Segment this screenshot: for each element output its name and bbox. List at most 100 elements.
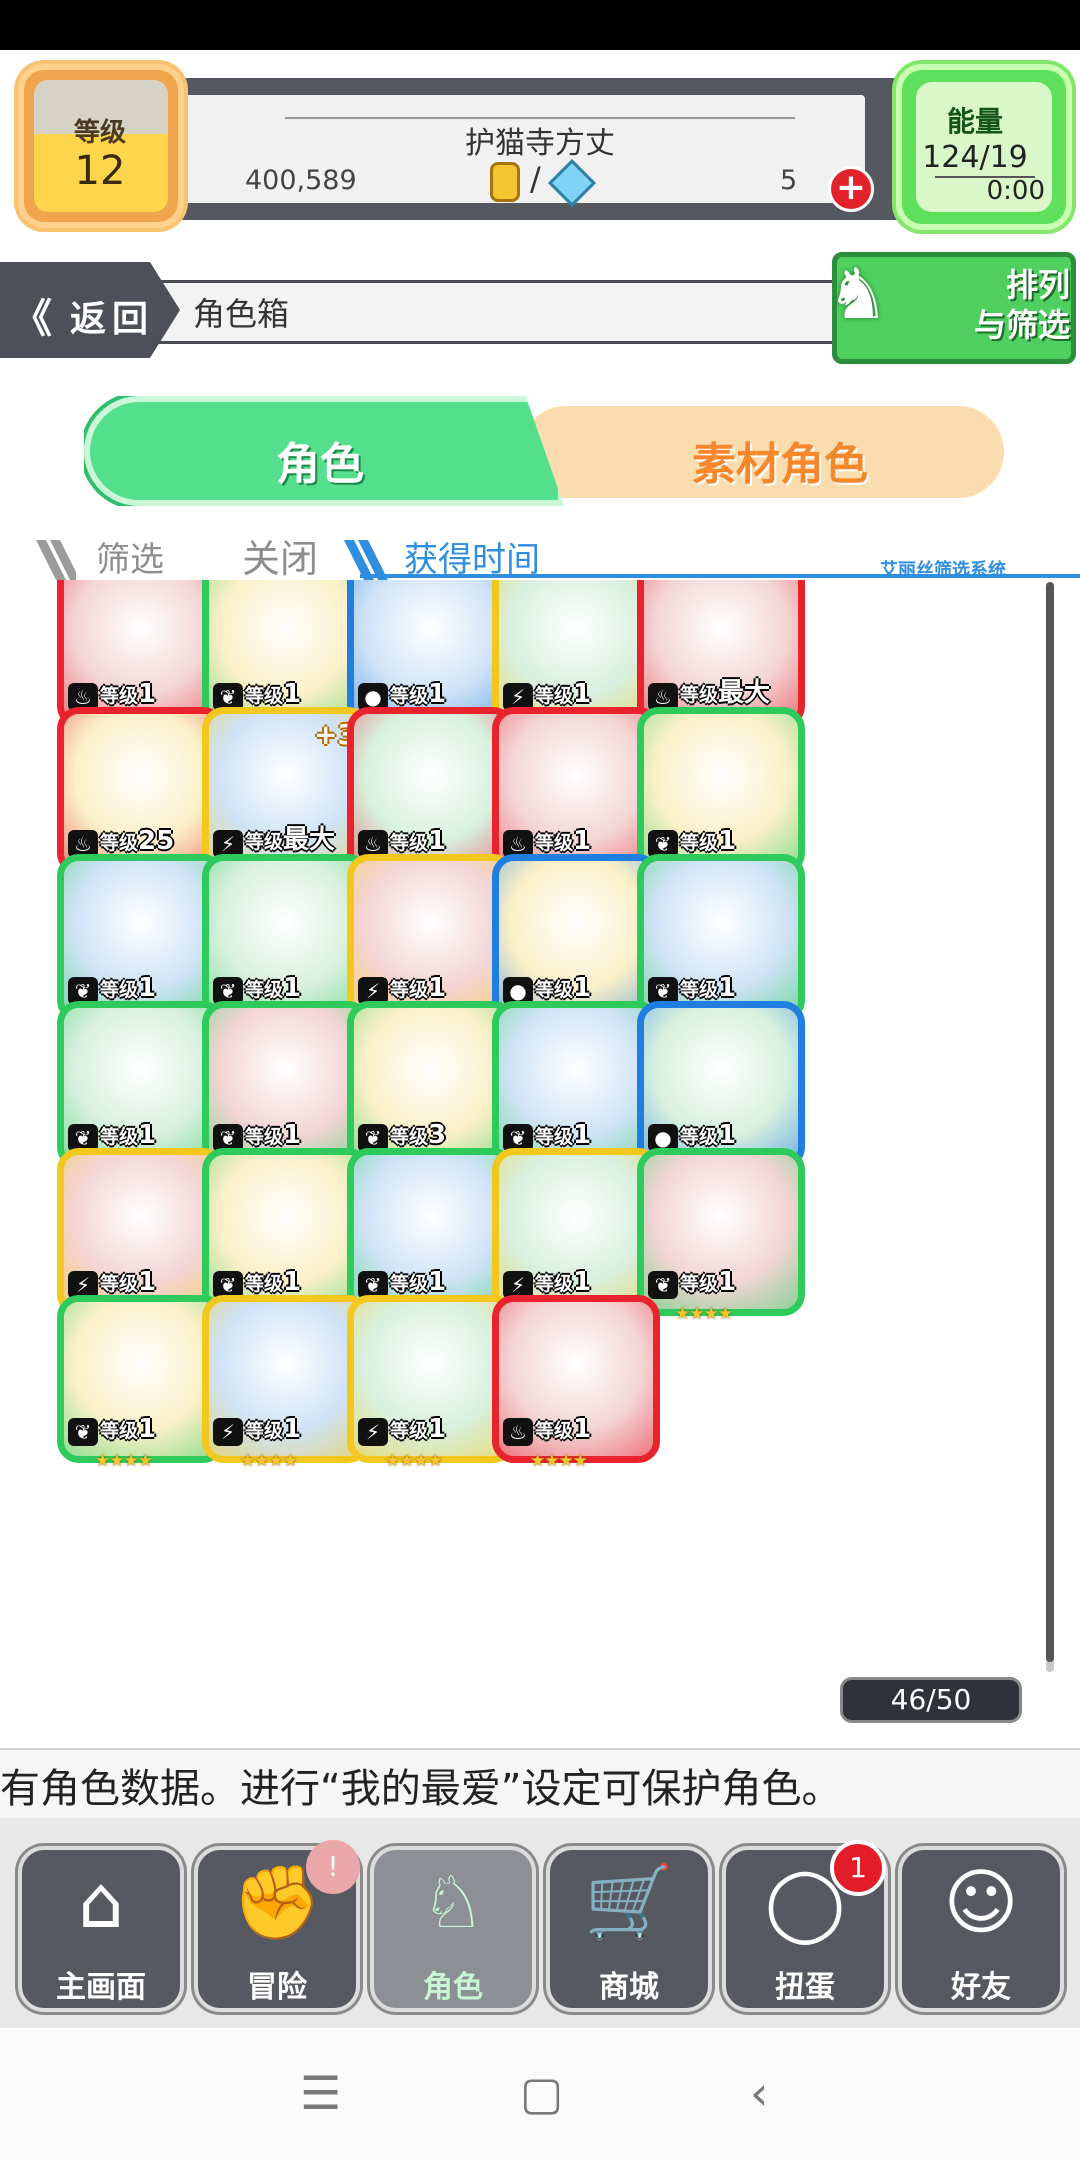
card-level: 等级1 bbox=[535, 679, 591, 709]
level-number: 1 bbox=[573, 826, 592, 856]
energy-label: 能量 bbox=[946, 105, 1003, 138]
character-card[interactable]: ❦ 等级1 bbox=[637, 854, 805, 1022]
menu-icon[interactable]: ☰ bbox=[300, 2066, 341, 2120]
character-card[interactable]: ● 等级1 bbox=[637, 1001, 805, 1169]
character-card[interactable]: ❦ 等级1 bbox=[347, 1148, 515, 1316]
gacha-notification-badge: 1 bbox=[830, 1840, 886, 1896]
nav-label: 冒险 bbox=[247, 1970, 307, 2005]
level-prefix: 等级 bbox=[680, 832, 719, 854]
character-card[interactable]: ❦ 等级1 bbox=[637, 1148, 805, 1316]
cart-icon: 🛒 bbox=[584, 1860, 674, 1944]
player-name: 护猫寺方丈 bbox=[465, 126, 615, 161]
level-prefix: 等级 bbox=[100, 685, 139, 707]
coin-amount: 400,589 bbox=[245, 165, 357, 196]
level-number: 1 bbox=[283, 1267, 302, 1297]
level-prefix: 等级 bbox=[535, 1273, 574, 1295]
character-card[interactable]: ♨ 等级1 bbox=[492, 707, 660, 875]
card-level: 等级1 bbox=[100, 973, 156, 1003]
fire-attribute-icon: ♨ bbox=[503, 1418, 533, 1446]
currency-separator: / bbox=[530, 160, 541, 198]
level-number: 1 bbox=[138, 679, 157, 709]
character-card[interactable]: ❦ 等级3 bbox=[347, 1001, 515, 1169]
character-card[interactable]: ⚡ 等级1 bbox=[202, 1295, 370, 1463]
scrollbar-thumb[interactable] bbox=[1046, 582, 1054, 1662]
card-level: 等级25 bbox=[100, 826, 174, 856]
leaf-attribute-icon: ❦ bbox=[68, 1418, 98, 1446]
level-prefix: 等级 bbox=[245, 1126, 284, 1148]
rarity-stars: ★★★★ bbox=[240, 1451, 298, 1471]
character-card[interactable]: ❦ 等级1 bbox=[57, 854, 225, 1022]
energy-timer: 0:00 bbox=[986, 176, 1045, 206]
card-level: 等级1 bbox=[100, 1267, 156, 1297]
buy-gems-button[interactable]: + bbox=[828, 166, 874, 212]
nav-label: 商城 bbox=[599, 1970, 659, 2005]
back-arrow-icon: 《 bbox=[12, 296, 52, 342]
page-title: 角色箱 bbox=[193, 295, 290, 333]
home-square-icon[interactable]: ▢ bbox=[520, 2066, 563, 2120]
level-prefix: 等级 bbox=[245, 1420, 284, 1442]
home-icon: ⌂ bbox=[78, 1860, 124, 1944]
filter-toggle[interactable]: 关闭 bbox=[242, 528, 318, 583]
bolt-attribute-icon: ⚡ bbox=[213, 1418, 243, 1446]
level-prefix: 等级 bbox=[390, 832, 429, 854]
card-level: 等级1 bbox=[245, 973, 301, 1003]
character-card[interactable]: ❦ 等级1 bbox=[202, 1148, 370, 1316]
character-card[interactable]: ⚡ 等级最大 +3 bbox=[202, 707, 370, 875]
character-grid: ♨等级1★★❦等级1★★★●等级1★★⚡等级1★★★♨等级最大★★★♨等级25★… bbox=[40, 580, 1040, 1740]
level-number: 3 bbox=[428, 1120, 447, 1150]
level-prefix: 等级 bbox=[680, 1273, 719, 1295]
character-card[interactable]: ⚡ 等级1 bbox=[57, 1148, 225, 1316]
level-prefix: 等级 bbox=[100, 832, 139, 854]
level-prefix: 等级 bbox=[535, 1420, 574, 1442]
level-number: 1 bbox=[573, 1120, 592, 1150]
character-card[interactable]: ⚡ 等级1 bbox=[492, 1148, 660, 1316]
card-level: 等级1 bbox=[100, 1414, 156, 1444]
back-chevron-icon[interactable]: ‹ bbox=[750, 2066, 768, 2120]
character-card[interactable]: ⚡ 等级1 bbox=[347, 1295, 515, 1463]
tab-characters-label: 角色 bbox=[276, 439, 364, 490]
level-number: 1 bbox=[138, 1267, 157, 1297]
level-prefix: 等级 bbox=[680, 684, 719, 706]
level-number: 1 bbox=[718, 1120, 737, 1150]
level-number: 25 bbox=[138, 826, 175, 856]
character-card[interactable]: ♨ 等级最大 bbox=[637, 580, 805, 728]
level-prefix: 等级 bbox=[390, 979, 429, 1001]
level-prefix: 等级 bbox=[390, 1420, 429, 1442]
character-card[interactable]: ♨ 等级25 bbox=[57, 707, 225, 875]
sort-filter-label: 排列 与筛选 bbox=[973, 266, 1070, 344]
gem-amount: 5 bbox=[780, 165, 798, 196]
level-number: 最大 bbox=[283, 825, 336, 855]
character-card[interactable]: ❦ 等级1 bbox=[202, 854, 370, 1022]
level-value: 12 bbox=[74, 148, 126, 194]
character-card[interactable]: ♨ 等级1 bbox=[347, 707, 515, 875]
card-level: 等级1 bbox=[100, 679, 156, 709]
character-card[interactable]: ♨ 等级1 bbox=[57, 580, 225, 728]
character-card[interactable]: ❦ 等级1 bbox=[492, 1001, 660, 1169]
energy-value: 124/19 bbox=[922, 140, 1028, 175]
level-prefix: 等级 bbox=[100, 979, 139, 1001]
nav-label: 主画面 bbox=[56, 1970, 146, 2005]
character-card[interactable]: ❦ 等级1 bbox=[57, 1001, 225, 1169]
friends-icon: ☺ bbox=[943, 1860, 1019, 1944]
rarity-stars: ★★★★ bbox=[95, 1451, 153, 1471]
character-card[interactable]: ● 等级1 bbox=[347, 580, 515, 728]
level-prefix: 等级 bbox=[535, 832, 574, 854]
level-number: 1 bbox=[138, 1120, 157, 1150]
level-prefix: 等级 bbox=[390, 1126, 429, 1148]
level-number: 1 bbox=[718, 1267, 737, 1297]
character-card[interactable]: ❦ 等级1 bbox=[202, 580, 370, 728]
filter-label: 筛选 bbox=[96, 540, 164, 580]
character-card[interactable]: ⚡ 等级1 bbox=[347, 854, 515, 1022]
rabbit-filter-icon: ♞ bbox=[826, 253, 890, 335]
character-card[interactable]: ❦ 等级1 bbox=[57, 1295, 225, 1463]
card-level: 等级1 bbox=[535, 826, 591, 856]
character-card[interactable]: ● 等级1 bbox=[492, 854, 660, 1022]
card-level: 等级1 bbox=[245, 679, 301, 709]
character-card[interactable]: ♨ 等级1 bbox=[492, 1295, 660, 1463]
level-prefix: 等级 bbox=[535, 979, 574, 1001]
character-card[interactable]: ❦ 等级1 bbox=[637, 707, 805, 875]
character-card[interactable]: ⚡ 等级1 bbox=[492, 580, 660, 728]
bolt-attribute-icon: ⚡ bbox=[358, 1418, 388, 1446]
level-number: 1 bbox=[718, 826, 737, 856]
character-card[interactable]: ❦ 等级1 bbox=[202, 1001, 370, 1169]
